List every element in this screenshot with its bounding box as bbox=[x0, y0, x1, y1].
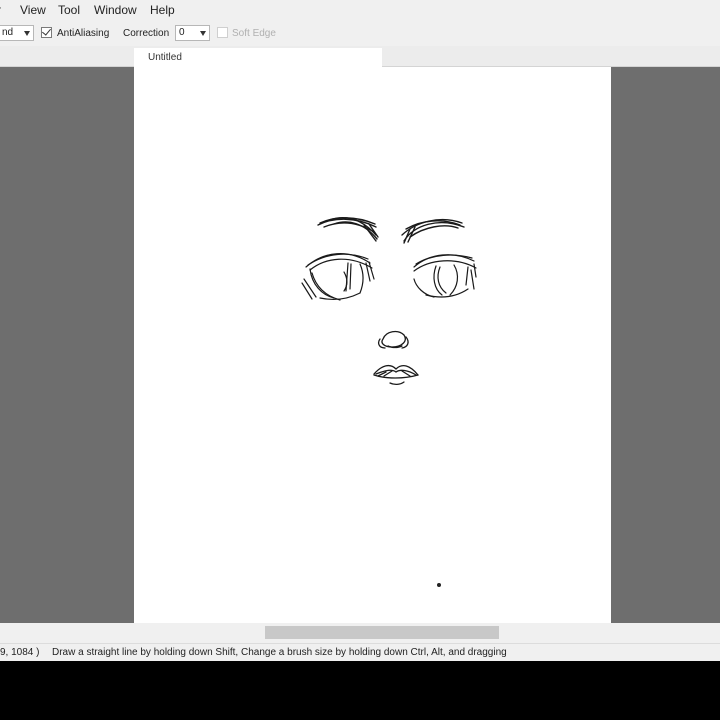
status-bar: 9, 1084 ) Draw a straight line by holdin… bbox=[0, 643, 720, 662]
status-hint: Draw a straight line by holding down Shi… bbox=[52, 647, 507, 658]
menu-view[interactable]: View bbox=[20, 3, 46, 17]
document-tab-bar: Untitled bbox=[0, 46, 720, 67]
drawing-canvas[interactable] bbox=[134, 67, 611, 623]
soft-edge-label: Soft Edge bbox=[232, 28, 276, 39]
stray-dot bbox=[437, 583, 441, 587]
face-sketch bbox=[301, 217, 477, 587]
menu-filter[interactable]: r bbox=[0, 3, 1, 17]
menu-tool[interactable]: Tool bbox=[58, 3, 80, 17]
right-eye bbox=[413, 254, 477, 298]
nose bbox=[378, 330, 409, 349]
screen-border bbox=[0, 661, 720, 720]
lips bbox=[373, 364, 419, 386]
horizontal-scrollbar[interactable] bbox=[0, 623, 720, 643]
cursor-coordinates: 9, 1084 ) bbox=[0, 647, 40, 658]
correction-select[interactable]: 0 bbox=[175, 25, 210, 41]
checkmark-icon bbox=[42, 26, 51, 36]
tab-label: Untitled bbox=[148, 52, 182, 63]
menu-bar: r View Tool Window Help bbox=[0, 0, 720, 22]
left-eyebrow bbox=[317, 217, 379, 242]
brush-mode-value: nd bbox=[2, 27, 14, 38]
correction-value: 0 bbox=[179, 27, 185, 38]
antialiasing-label: AntiAliasing bbox=[57, 28, 110, 39]
workspace bbox=[0, 67, 720, 623]
soft-edge-checkbox[interactable] bbox=[217, 27, 228, 38]
left-eye bbox=[301, 253, 375, 301]
menu-help[interactable]: Help bbox=[150, 3, 175, 17]
menu-window[interactable]: Window bbox=[94, 3, 137, 17]
tool-options-bar: nd AntiAliasing Correction 0 Soft Edge bbox=[0, 22, 720, 47]
chevron-down-icon bbox=[200, 31, 206, 36]
right-eyebrow bbox=[401, 218, 465, 244]
antialiasing-checkbox[interactable] bbox=[41, 26, 52, 38]
brush-mode-select[interactable]: nd bbox=[0, 25, 34, 41]
scrollbar-thumb[interactable] bbox=[265, 626, 499, 639]
correction-label: Correction bbox=[123, 28, 170, 39]
chevron-down-icon bbox=[24, 31, 30, 36]
tab-untitled[interactable]: Untitled bbox=[134, 48, 382, 67]
